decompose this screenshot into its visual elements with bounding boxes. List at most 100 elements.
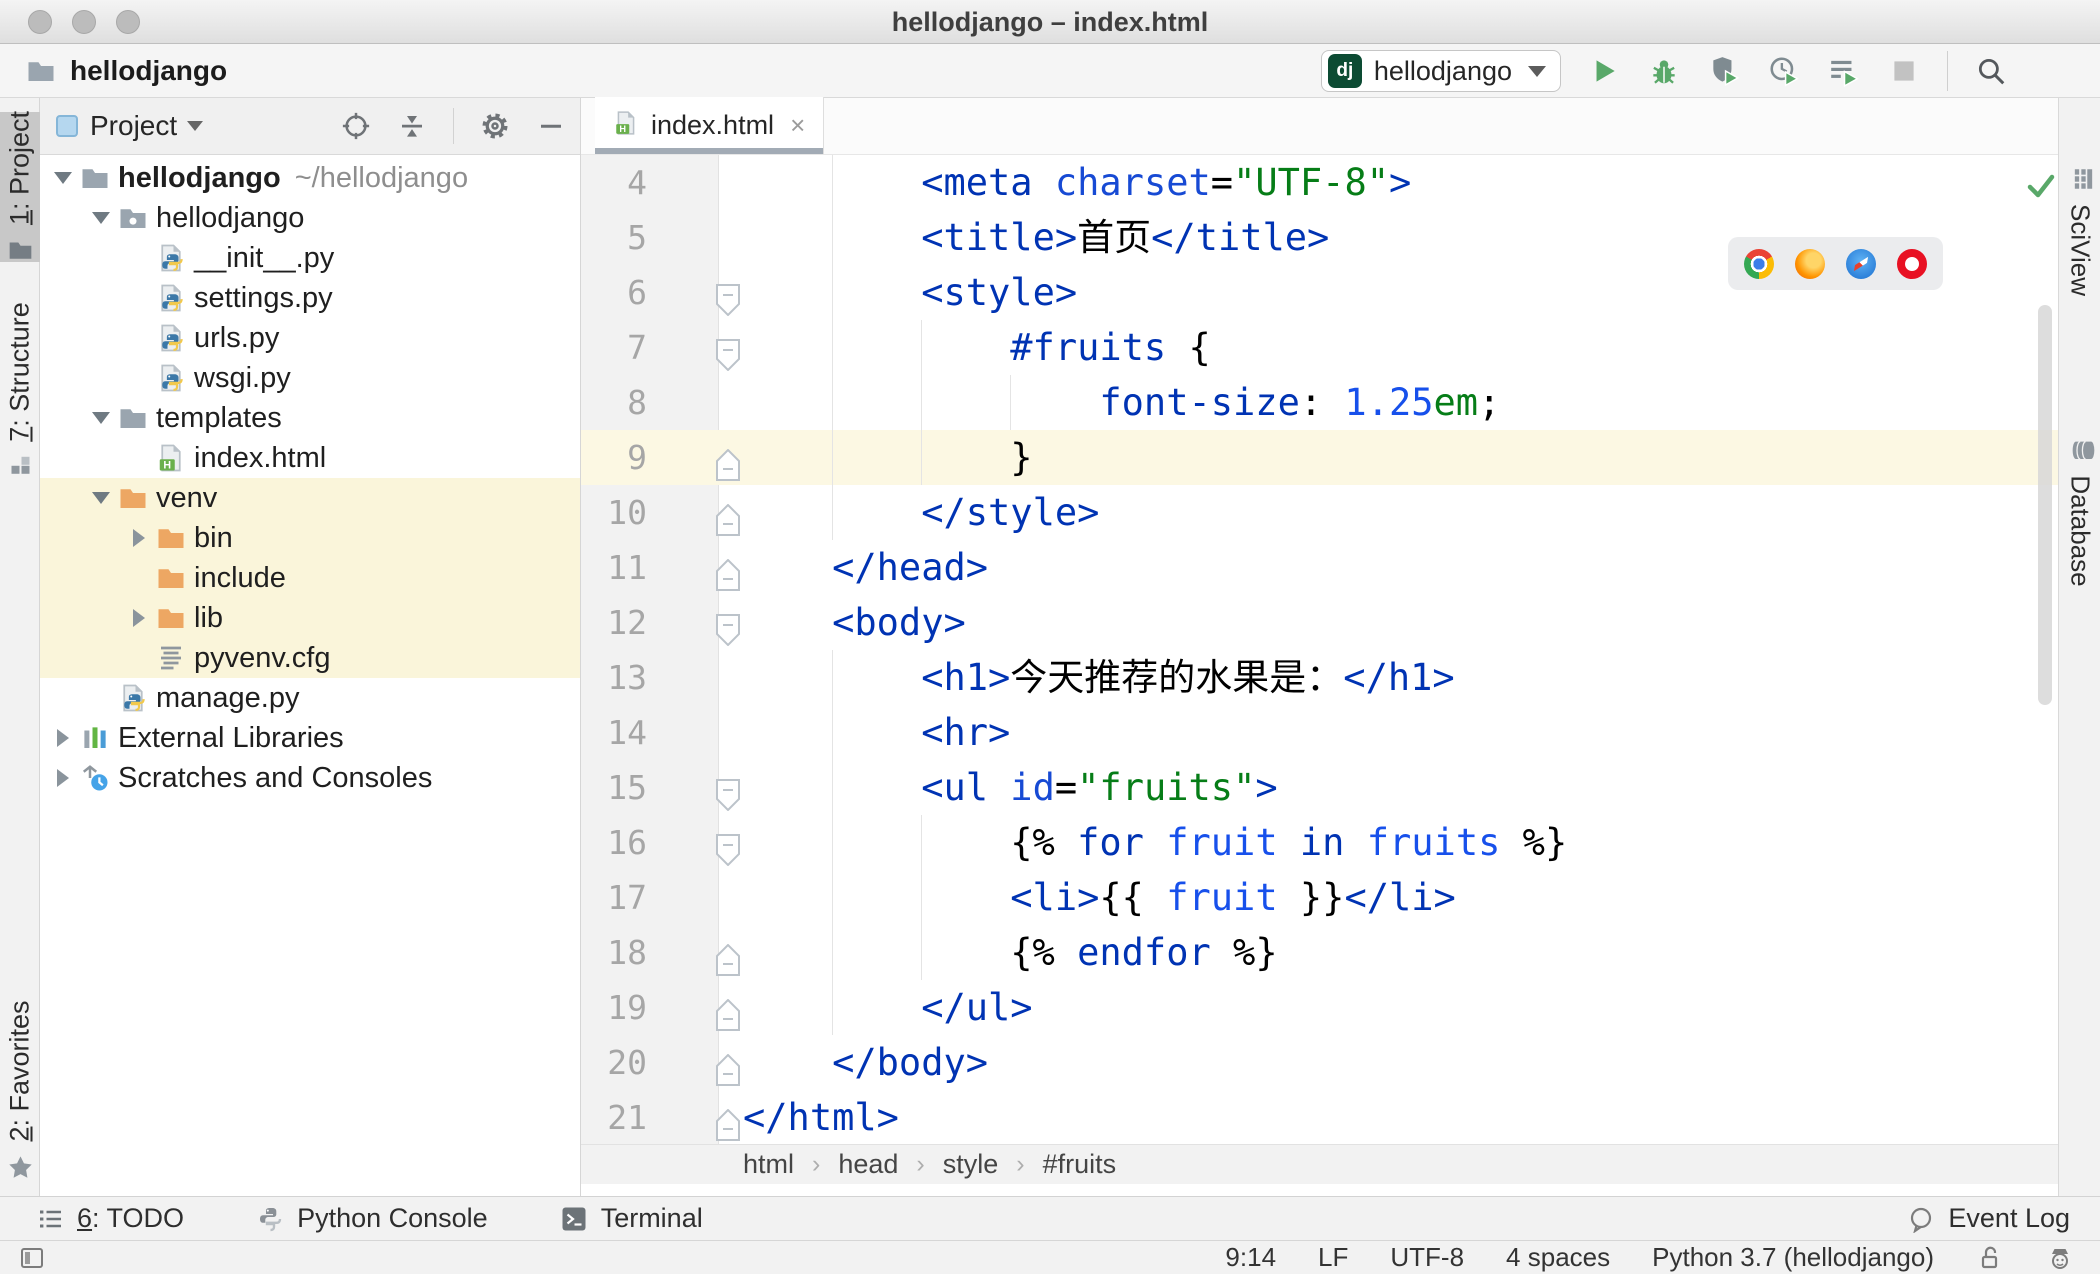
python-interpreter[interactable]: Python 3.7 (hellodjango) <box>1652 1242 1934 1273</box>
file-encoding[interactable]: UTF-8 <box>1390 1242 1464 1273</box>
opera-browser-icon[interactable] <box>1897 248 1927 279</box>
code-line-12[interactable]: 12 <body> <box>581 595 2058 650</box>
coverage-button[interactable] <box>1707 54 1741 88</box>
tool-window-toggle-icon[interactable] <box>18 1244 46 1272</box>
collapsed-arrow-icon[interactable] <box>133 609 145 627</box>
tree-item-pyvenv-cfg[interactable]: pyvenv.cfg <box>40 638 580 678</box>
code-line-4[interactable]: 4 <meta charset="UTF-8"> <box>581 155 2058 210</box>
code-line-19[interactable]: 19 </ul> <box>581 980 2058 1035</box>
toolwindow-button-python-console[interactable]: Python Console <box>256 1203 488 1234</box>
code-line-9[interactable]: 9} <box>581 430 2058 485</box>
tree-item-external-libraries[interactable]: External Libraries <box>40 718 580 758</box>
tree-item-label: index.html <box>194 441 327 474</box>
tree-item-label: urls.py <box>194 321 280 354</box>
tree-item-wsgi-py[interactable]: wsgi.py <box>40 358 580 398</box>
code-line-18[interactable]: 18 {% endfor %} <box>581 925 2058 980</box>
sidebar-tab-favorites[interactable]: 2: Favorites <box>0 993 40 1188</box>
locate-button[interactable] <box>341 111 371 141</box>
structure-tab-label: 7: Structure <box>4 301 35 442</box>
sidebar-tab-project[interactable]: 1: Project <box>0 111 40 263</box>
event-log-icon <box>1907 1205 1935 1233</box>
tree-item-path-hint: ~/hellodjango <box>294 161 469 194</box>
chrome-browser-icon[interactable] <box>1744 248 1774 279</box>
tree-item-templates[interactable]: templates <box>40 398 580 438</box>
code-line-16[interactable]: 16 {% for fruit in fruits %} <box>581 815 2058 870</box>
code-line-14[interactable]: 14 <hr> <box>581 705 2058 760</box>
hector-inspections-icon[interactable] <box>2046 1244 2074 1272</box>
project-tool-window: Project hellodjango ~/hellodjango hellodja… <box>40 98 580 1196</box>
caret-position[interactable]: 9:14 <box>1225 1242 1276 1273</box>
indent-setting[interactable]: 4 spaces <box>1506 1242 1610 1273</box>
code-editor[interactable]: 4 <meta charset="UTF-8"> 5 <title>首页</title… <box>581 155 2058 1144</box>
breadcrumb-item-html[interactable]: html <box>743 1149 794 1180</box>
tree-item-include[interactable]: include <box>40 558 580 598</box>
tree-item-scratches-and-consoles[interactable]: Scratches and Consoles <box>40 758 580 798</box>
tree-item-settings-py[interactable]: settings.py <box>40 278 580 318</box>
sidebar-tab-sciview[interactable]: SciView <box>2059 116 2100 346</box>
sciview-tab-label: SciView <box>2065 203 2095 297</box>
firefox-browser-icon[interactable] <box>1795 248 1825 279</box>
code-line-21[interactable]: 21 </html> <box>581 1090 2058 1144</box>
tree-item-index-html[interactable]: Hindex.html <box>40 438 580 478</box>
code-line-15[interactable]: 15 <ul id="fruits"> <box>581 760 2058 815</box>
code-line-10[interactable]: 10 </style> <box>581 485 2058 540</box>
debug-button[interactable] <box>1647 54 1681 88</box>
breadcrumb-item-fruits[interactable]: #fruits <box>1043 1149 1117 1180</box>
editor-scrollbar[interactable] <box>2038 305 2052 705</box>
run-button[interactable] <box>1587 54 1621 88</box>
tree-item--init-py[interactable]: __init__.py <box>40 238 580 278</box>
expanded-arrow-icon[interactable] <box>92 492 110 504</box>
safari-browser-icon[interactable] <box>1846 248 1876 279</box>
code-line-8[interactable]: 8 font-size: 1.25em; <box>581 375 2058 430</box>
collapse-all-button[interactable] <box>397 111 427 141</box>
collapsed-arrow-icon[interactable] <box>57 769 69 787</box>
hide-button[interactable] <box>536 111 566 141</box>
code-line-20[interactable]: 20 </body> <box>581 1035 2058 1090</box>
tree-item-venv[interactable]: venv <box>40 478 580 518</box>
project-panel-title: Project <box>90 110 178 141</box>
profiler-button[interactable] <box>1767 54 1801 88</box>
run-configuration-select[interactable]: dj hellodjango <box>1320 50 1561 92</box>
code-line-11[interactable]: 11 </head> <box>581 540 2058 595</box>
code-line-13[interactable]: 13 <h1>今天推荐的水果是：</h1> <box>581 650 2058 705</box>
tree-item-manage-py[interactable]: manage.py <box>40 678 580 718</box>
title-bar: hellodjango – index.html <box>0 0 2100 44</box>
svg-text:H: H <box>163 460 171 472</box>
tab-index-html[interactable]: H index.html × <box>595 97 825 154</box>
line-number: 4 <box>627 163 647 202</box>
close-tab-icon[interactable]: × <box>790 110 805 141</box>
tree-item-bin[interactable]: bin <box>40 518 580 558</box>
run-with-button[interactable] <box>1827 54 1861 88</box>
tree-item-urls-py[interactable]: urls.py <box>40 318 580 358</box>
folder-icon <box>118 403 148 433</box>
chevron-down-icon[interactable] <box>187 121 204 131</box>
collapsed-arrow-icon[interactable] <box>133 529 145 547</box>
fold-marker-up-icon[interactable] <box>715 1101 741 1144</box>
expanded-arrow-icon[interactable] <box>54 172 72 184</box>
tree-item-hellodjango[interactable]: hellodjango <box>40 198 580 238</box>
line-number: 21 <box>607 1098 647 1137</box>
toolwindow-button-terminal[interactable]: Terminal <box>560 1203 703 1234</box>
settings-button[interactable] <box>480 111 510 141</box>
breadcrumb-item-style[interactable]: style <box>943 1149 999 1180</box>
expanded-arrow-icon[interactable] <box>92 212 110 224</box>
collapsed-arrow-icon[interactable] <box>57 729 69 747</box>
tree-item-label: templates <box>156 401 282 434</box>
inspections-ok-icon[interactable] <box>2026 161 2056 216</box>
expanded-arrow-icon[interactable] <box>92 412 110 424</box>
tree-item-hellodjango[interactable]: hellodjango ~/hellodjango <box>40 158 580 198</box>
sidebar-tab-structure[interactable]: 7: Structure <box>0 302 40 477</box>
line-separator[interactable]: LF <box>1318 1242 1348 1273</box>
search-everywhere-button[interactable] <box>1974 54 2008 88</box>
toolwindow-button-event-log[interactable]: Event Log <box>1907 1203 2070 1234</box>
tree-item-lib[interactable]: lib <box>40 598 580 638</box>
toolwindow-button-todo[interactable]: 6: TODO <box>36 1203 184 1234</box>
code-line-17[interactable]: 17 <li>{{ fruit }}</li> <box>581 870 2058 925</box>
project-tab-folder-icon <box>7 237 33 263</box>
code-line-7[interactable]: 7 #fruits { <box>581 320 2058 375</box>
breadcrumb-item-head[interactable]: head <box>838 1149 898 1180</box>
sidebar-tab-database[interactable]: Database <box>2059 382 2100 642</box>
python-icon <box>118 683 148 713</box>
lock-icon[interactable] <box>1976 1244 2004 1272</box>
stop-button[interactable] <box>1887 54 1921 88</box>
